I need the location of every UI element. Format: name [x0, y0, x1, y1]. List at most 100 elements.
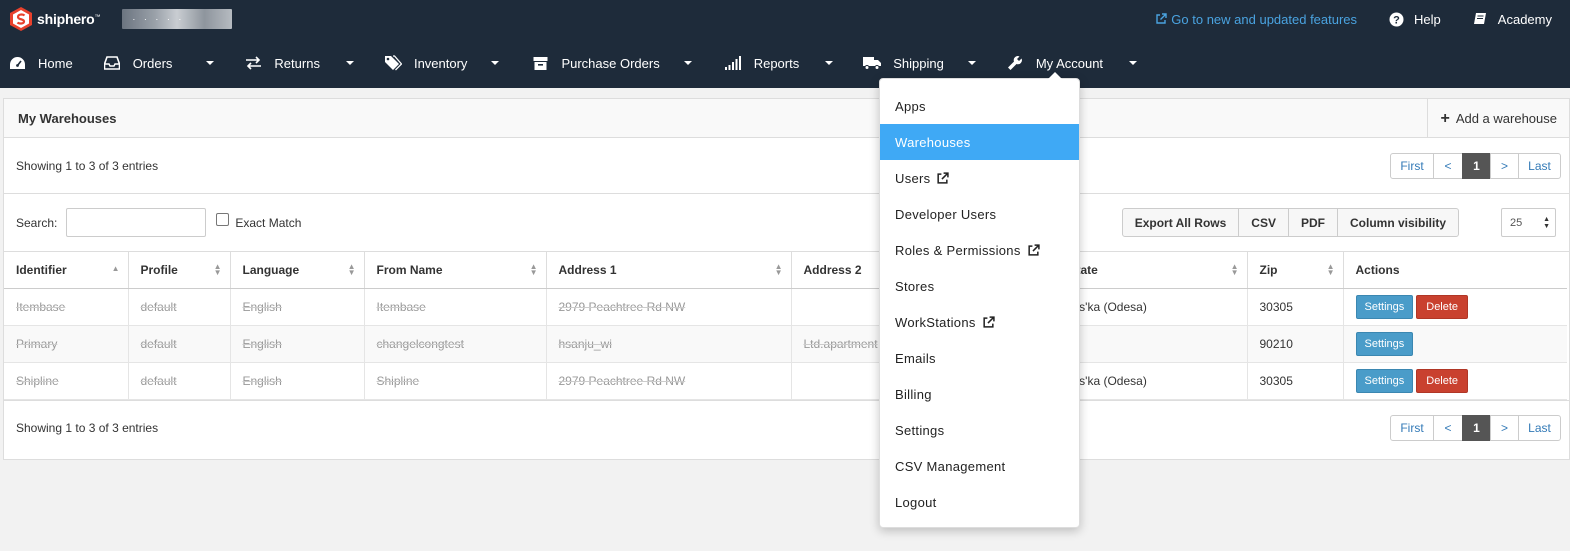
search-input[interactable]: [66, 208, 207, 237]
nav-my-account-label: My Account: [1035, 55, 1104, 71]
menu-item-stores[interactable]: Stores: [880, 268, 1079, 304]
col-identifier-label: Identifier: [16, 262, 67, 277]
nav-returns-label: Returns: [274, 55, 320, 71]
warehouses-panel: My Warehouses + Add a warehouse Showing …: [3, 98, 1570, 460]
cell-actions: Settings Delete: [1343, 288, 1567, 326]
exact-match-checkbox[interactable]: [216, 213, 230, 226]
cell-zip: 90210: [1247, 325, 1344, 363]
menu-item-workstations[interactable]: WorkStations: [880, 304, 1079, 340]
next-page-button[interactable]: >: [1490, 152, 1519, 179]
add-warehouse-button[interactable]: + Add a warehouse: [1427, 99, 1569, 138]
settings-button[interactable]: Settings: [1355, 294, 1414, 319]
cell-identifier: Shipline: [4, 362, 129, 400]
col-language[interactable]: Language ▲ ▼: [230, 252, 365, 289]
exact-match-label: Exact Match: [235, 215, 302, 230]
chevron-down-icon[interactable]: [206, 61, 215, 65]
academy-link[interactable]: Academy: [1473, 12, 1552, 27]
sort-icon: ▲ ▼: [347, 262, 356, 277]
last-page-button[interactable]: Last: [1518, 152, 1561, 179]
first-page-button[interactable]: First: [1390, 152, 1434, 179]
page-size-select[interactable]: 25 ▲ ▼: [1501, 208, 1556, 237]
menu-item-label: Warehouses: [895, 134, 971, 150]
col-zip[interactable]: Zip ▲ ▼: [1247, 252, 1344, 289]
tags-icon: [384, 54, 402, 72]
menu-item-warehouses[interactable]: Warehouses: [880, 124, 1079, 160]
help-label: Help: [1414, 11, 1441, 27]
menu-item-label: Developer Users: [895, 206, 997, 222]
first-page-button[interactable]: First: [1390, 415, 1434, 441]
export-pdf-button[interactable]: PDF: [1287, 208, 1338, 237]
chevron-down-icon[interactable]: [825, 61, 834, 65]
menu-item-csv-management[interactable]: CSV Management: [880, 448, 1079, 484]
new-features-link[interactable]: Go to new and updated features: [1155, 12, 1357, 27]
col-profile[interactable]: Profile ▲ ▼: [128, 252, 231, 289]
nav-home[interactable]: Home: [0, 38, 73, 88]
cell-address-1: 2979 Peachtree Rd NW: [546, 362, 792, 400]
menu-item-label: Stores: [895, 278, 935, 294]
account-name[interactable]: · · · · ·: [122, 9, 233, 29]
chevron-down-icon[interactable]: [967, 61, 976, 65]
cell-profile: default: [128, 288, 231, 326]
sort-icon: ▲ ▼: [529, 262, 538, 277]
nav-home-label: Home: [38, 55, 73, 71]
page-1-button[interactable]: 1: [1462, 152, 1491, 179]
next-page-button[interactable]: >: [1490, 415, 1519, 441]
menu-item-emails[interactable]: Emails: [880, 340, 1079, 376]
menu-item-billing[interactable]: Billing: [880, 376, 1079, 412]
menu-item-apps[interactable]: Apps: [880, 88, 1079, 124]
nav-purchase-orders[interactable]: Purchase Orders: [499, 38, 692, 88]
menu-item-logout[interactable]: Logout: [880, 484, 1079, 520]
col-identifier[interactable]: Identifier ▲: [4, 252, 129, 289]
plus-icon: +: [1440, 109, 1450, 127]
delete-button[interactable]: Delete: [1416, 294, 1469, 319]
nav-inventory[interactable]: Inventory: [354, 38, 500, 88]
top-info-row: Showing 1 to 3 of 3 entries First < 1 > …: [4, 138, 1569, 194]
menu-item-settings[interactable]: Settings: [880, 412, 1079, 448]
add-warehouse-label: Add a warehouse: [1455, 111, 1557, 126]
pagination-top: First < 1 > Last: [1390, 152, 1561, 179]
prev-page-button[interactable]: <: [1433, 415, 1463, 441]
col-from-name[interactable]: From Name ▲ ▼: [364, 252, 547, 289]
col-profile-label: Profile: [140, 262, 178, 277]
shiphero-logo[interactable]: shiphero™: [8, 6, 101, 32]
menu-item-users[interactable]: Users: [880, 160, 1079, 196]
chevron-down-icon[interactable]: [1129, 61, 1138, 65]
export-csv-button[interactable]: CSV: [1238, 208, 1289, 237]
column-visibility-button[interactable]: Column visibility: [1336, 208, 1459, 237]
main-nav: Home Orders Returns Inventory Purchase O…: [0, 38, 1570, 88]
settings-button[interactable]: Settings: [1355, 331, 1414, 356]
chevron-down-icon[interactable]: [491, 61, 500, 65]
menu-item-roles-permissions[interactable]: Roles & Permissions: [880, 232, 1079, 268]
menu-item-label: Apps: [895, 98, 926, 114]
page-1-button[interactable]: 1: [1462, 415, 1491, 441]
academy-label: Academy: [1497, 11, 1552, 27]
prev-page-button[interactable]: <: [1433, 152, 1463, 179]
cell-actions: Settings: [1343, 325, 1567, 363]
col-language-label: Language: [242, 262, 300, 277]
cell-identifier: Primary: [4, 325, 129, 363]
settings-button[interactable]: Settings: [1355, 368, 1414, 393]
menu-item-label: Emails: [895, 350, 936, 366]
nav-orders[interactable]: Orders: [73, 38, 215, 88]
export-all-rows-button[interactable]: Export All Rows: [1121, 208, 1240, 237]
sort-icon: ▲ ▼: [213, 262, 222, 277]
chevron-down-icon[interactable]: [345, 61, 354, 65]
nav-returns[interactable]: Returns: [214, 38, 354, 88]
external-link-icon: [937, 171, 950, 184]
table-header-row: Identifier ▲ Profile ▲ ▼ Language ▲ ▼ From Na…: [4, 252, 1567, 289]
exact-match-toggle[interactable]: Exact Match: [216, 213, 302, 230]
nav-reports[interactable]: Reports: [692, 38, 834, 88]
col-address-1[interactable]: Address 1 ▲ ▼: [546, 252, 792, 289]
last-page-button[interactable]: Last: [1518, 415, 1561, 441]
chevron-down-icon[interactable]: [683, 61, 692, 65]
col-zip-label: Zip: [1259, 262, 1278, 277]
sort-icon: ▲ ▼: [774, 262, 783, 277]
help-link[interactable]: ? Help: [1389, 12, 1441, 27]
delete-button[interactable]: Delete: [1416, 368, 1469, 393]
menu-item-label: CSV Management: [895, 458, 1006, 474]
inbox-icon: [103, 54, 121, 72]
menu-item-developer-users[interactable]: Developer Users: [880, 196, 1079, 232]
col-state[interactable]: State ▲ ▼: [1056, 252, 1248, 289]
cell-state: Odes'ka (Odesa): [1056, 362, 1248, 400]
cell-state: AL: [1056, 325, 1248, 363]
